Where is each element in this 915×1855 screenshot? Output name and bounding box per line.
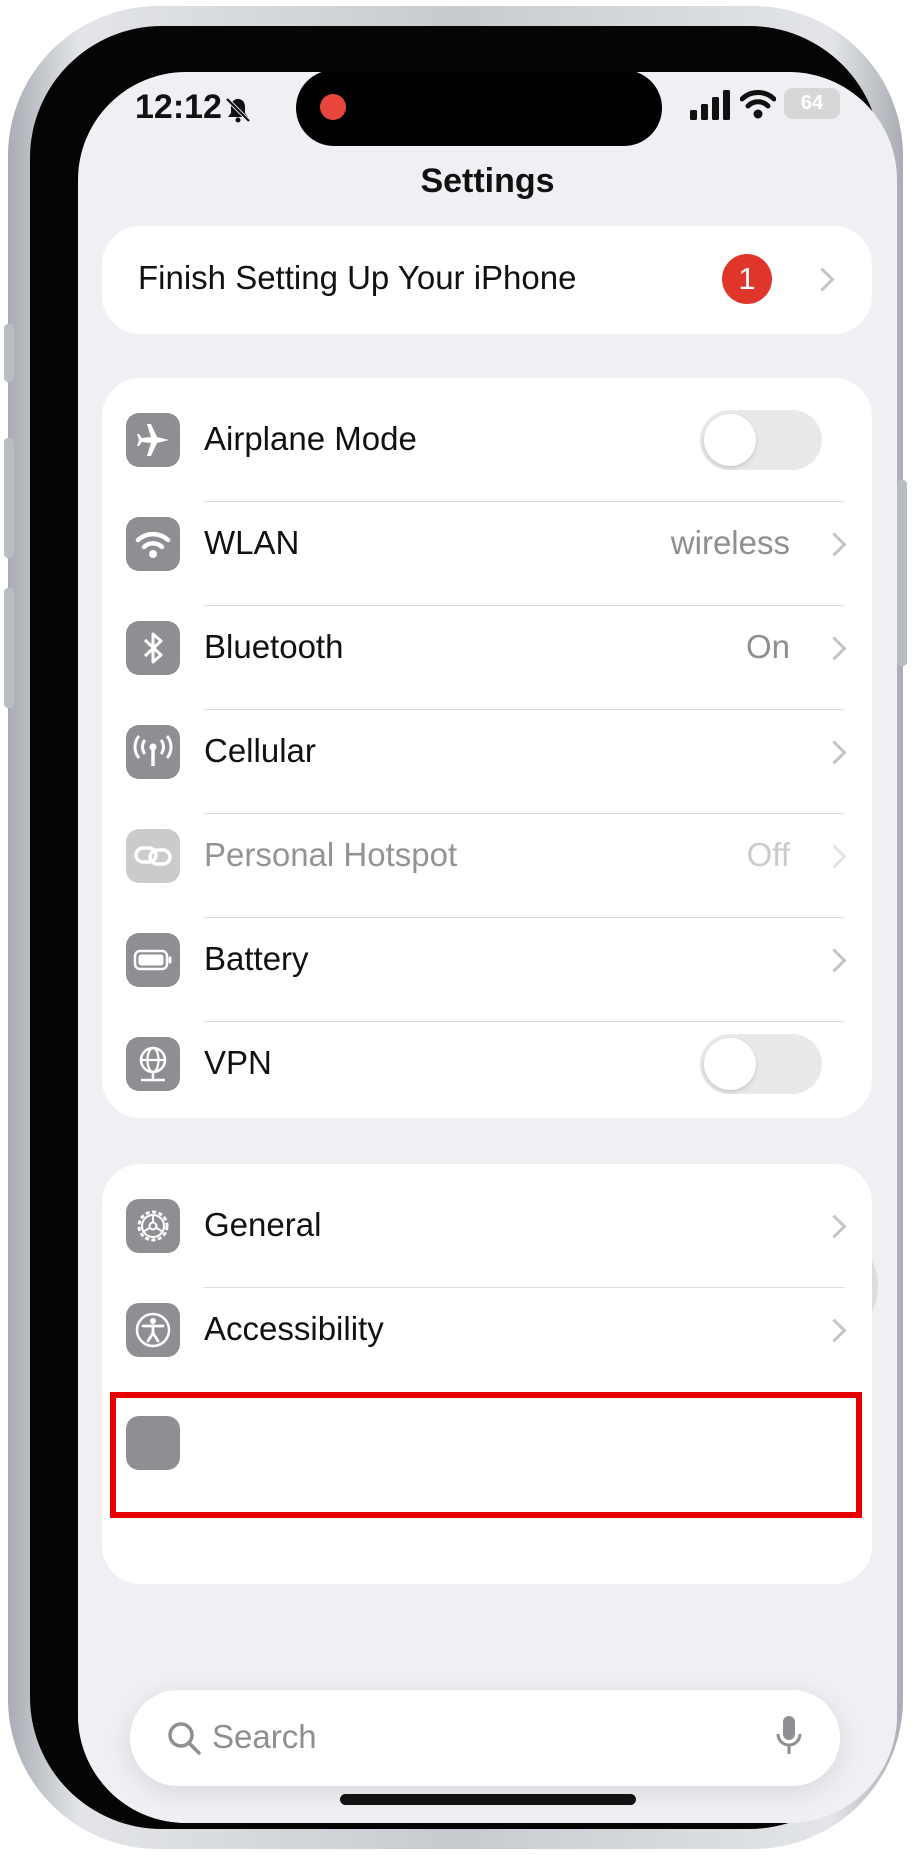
chevron-right-icon — [822, 636, 847, 661]
wifi-icon — [740, 90, 776, 119]
search-input[interactable]: Search — [212, 1718, 317, 1756]
search-icon — [168, 1722, 201, 1755]
search-bar[interactable]: Search — [130, 1690, 840, 1786]
bluetooth-label: Bluetooth — [204, 628, 344, 665]
chevron-right-icon — [822, 532, 847, 557]
side-button — [897, 480, 907, 666]
cellular-signal-icon — [690, 90, 730, 120]
battery-level: 64 — [800, 92, 824, 114]
home-indicator[interactable] — [340, 1794, 636, 1805]
gear-icon — [126, 1199, 180, 1253]
finish-setup-label: Finish Setting Up Your iPhone — [138, 259, 577, 296]
general-label: General — [204, 1206, 322, 1243]
battery-icon: 64 — [784, 88, 840, 119]
volume-up-button — [4, 438, 14, 558]
notification-badge: 1 — [722, 254, 772, 304]
globe-icon — [126, 1037, 180, 1091]
chevron-right-icon — [810, 267, 835, 292]
volume-down-button — [4, 588, 14, 708]
chevron-right-icon — [822, 844, 847, 869]
accessibility-label: Accessibility — [204, 1310, 384, 1347]
toggle-knob — [704, 1038, 756, 1090]
airplane-mode-label: Airplane Mode — [204, 420, 417, 457]
status-time: 12:12 — [135, 88, 222, 126]
page-title: Settings — [420, 162, 555, 200]
toggle-knob — [704, 414, 756, 466]
wlan-label: WLAN — [204, 524, 300, 561]
airplane-icon — [126, 413, 180, 467]
accessibility-icon — [126, 1303, 180, 1357]
action-button — [4, 324, 14, 382]
general-group: General Accessibility — [102, 1164, 872, 1584]
bluetooth-value: On — [745, 628, 790, 665]
phone-bezel: 12:12 64 Settings Finish Setting Up Your… — [30, 26, 897, 1829]
battery-icon — [126, 933, 180, 987]
cellular-label: Cellular — [204, 732, 316, 769]
connectivity-group: Airplane Mode WLAN wireless Bluetooth On… — [102, 378, 872, 1118]
chevron-right-icon — [822, 740, 847, 765]
personal-hotspot-label: Personal Hotspot — [204, 836, 458, 873]
highlight-box — [110, 1392, 862, 1518]
antenna-icon — [126, 725, 180, 779]
vpn-toggle[interactable] — [700, 1034, 822, 1094]
chevron-right-icon — [822, 1318, 847, 1343]
chevron-right-icon — [822, 948, 847, 973]
battery-label: Battery — [204, 940, 309, 977]
vpn-row[interactable]: VPN — [102, 1002, 872, 1126]
bluetooth-icon — [126, 621, 180, 675]
screen: 12:12 64 Settings Finish Setting Up Your… — [78, 72, 897, 1823]
dynamic-island — [296, 72, 662, 146]
airplane-mode-toggle[interactable] — [700, 410, 822, 470]
phone-frame: 12:12 64 Settings Finish Setting Up Your… — [4, 6, 907, 1849]
wlan-value: wireless — [670, 524, 790, 561]
bell-slash-icon — [225, 97, 251, 123]
hotspot-link-icon — [126, 829, 180, 883]
chevron-right-icon — [822, 1214, 847, 1239]
wifi-icon — [126, 517, 180, 571]
finish-setup-row[interactable]: Finish Setting Up Your iPhone 1 — [102, 226, 872, 334]
personal-hotspot-value: Off — [746, 836, 790, 873]
recording-dot-icon — [320, 94, 346, 120]
vpn-label: VPN — [204, 1044, 272, 1081]
microphone-icon[interactable] — [774, 1714, 804, 1758]
